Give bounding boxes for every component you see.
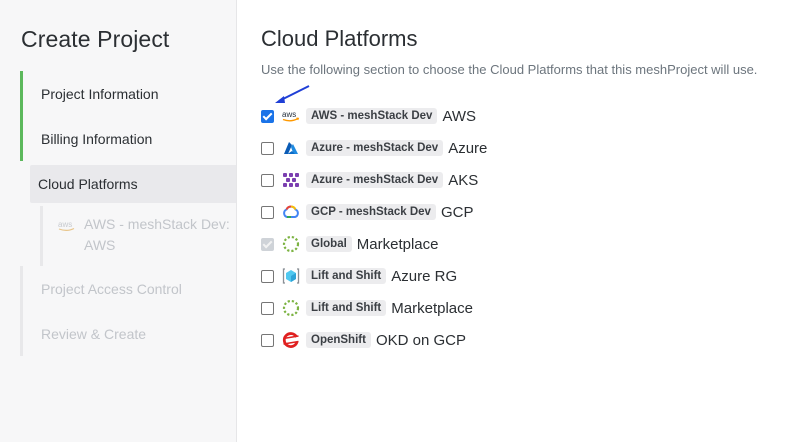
platform-name: Marketplace bbox=[391, 299, 473, 317]
platform-badge: Lift and Shift bbox=[306, 268, 387, 284]
platform-row: Azure - meshStack Dev AKS bbox=[261, 164, 781, 196]
step-billing-information[interactable]: Billing Information bbox=[20, 116, 237, 161]
page-description: Use the following section to choose the … bbox=[261, 62, 758, 77]
platform-list: aws AWS - meshStack Dev AWS Azure - mesh… bbox=[261, 100, 781, 356]
svg-text:aws: aws bbox=[282, 110, 296, 119]
platform-checkbox[interactable] bbox=[261, 269, 274, 283]
platform-name: AWS bbox=[442, 107, 477, 125]
platform-badge: Lift and Shift bbox=[306, 300, 387, 316]
platform-badge: GCP - meshStack Dev bbox=[306, 204, 436, 220]
platform-badge: Azure - meshStack Dev bbox=[306, 172, 444, 188]
platform-name: AKS bbox=[448, 171, 479, 189]
platform-row: GCP - meshStack Dev GCP bbox=[261, 196, 781, 228]
aks-icon bbox=[282, 171, 300, 189]
platform-row: Lift and Shift Azure RG bbox=[261, 260, 781, 292]
platform-name: GCP bbox=[440, 203, 474, 221]
platform-name: Azure RG bbox=[391, 267, 458, 285]
page-title: Cloud Platforms bbox=[261, 26, 418, 51]
step-label: Billing Information bbox=[41, 130, 153, 147]
platform-checkbox[interactable] bbox=[261, 301, 274, 315]
step-label: Review & Create bbox=[41, 325, 147, 342]
gcp-icon bbox=[282, 203, 300, 221]
platform-row: aws AWS - meshStack Dev AWS bbox=[261, 100, 781, 132]
sidebar-title: Create Project bbox=[21, 26, 170, 52]
step-project-information[interactable]: Project Information bbox=[20, 71, 237, 116]
substep-aws[interactable]: aws AWS - meshStack Dev: AWS bbox=[58, 214, 237, 256]
aws-icon: aws bbox=[58, 217, 76, 238]
platform-badge: Azure - meshStack Dev bbox=[306, 140, 444, 156]
platform-name: OKD on GCP bbox=[375, 331, 466, 349]
platform-row: Global Marketplace bbox=[261, 228, 781, 260]
platform-row: Azure - meshStack Dev Azure bbox=[261, 132, 781, 164]
platform-checkbox[interactable] bbox=[261, 333, 274, 347]
openshift-icon bbox=[282, 331, 300, 349]
platform-badge: AWS - meshStack Dev bbox=[306, 108, 438, 124]
sidebar: Create Project Project Information Billi… bbox=[0, 0, 237, 442]
platform-checkbox[interactable] bbox=[261, 109, 274, 123]
platform-checkbox bbox=[261, 237, 274, 251]
step-cloud-platforms[interactable]: Cloud Platforms bbox=[30, 165, 236, 203]
wizard-steps: Project Information Billing Information … bbox=[20, 71, 237, 356]
step-label: Project Access Control bbox=[41, 280, 182, 297]
step-review-create[interactable]: Review & Create bbox=[20, 311, 237, 356]
platform-name: Azure bbox=[448, 139, 488, 157]
azure-rg-icon bbox=[282, 267, 300, 285]
platform-row: OpenShift OKD on GCP bbox=[261, 324, 781, 356]
platform-badge: OpenShift bbox=[306, 332, 371, 348]
platform-checkbox[interactable] bbox=[261, 173, 274, 187]
platform-row: Lift and Shift Marketplace bbox=[261, 292, 781, 324]
platform-badge: Global bbox=[306, 236, 352, 252]
substep-list: aws AWS - meshStack Dev: AWS bbox=[40, 206, 237, 266]
annotation-arrow-icon bbox=[275, 85, 310, 103]
platform-checkbox[interactable] bbox=[261, 205, 274, 219]
marketplace-icon bbox=[282, 235, 300, 253]
aws-icon: aws bbox=[282, 107, 300, 125]
marketplace-icon bbox=[282, 299, 300, 317]
step-label: Cloud Platforms bbox=[38, 176, 138, 192]
platform-name: Marketplace bbox=[356, 235, 439, 253]
azure-icon bbox=[282, 139, 300, 157]
svg-text:aws: aws bbox=[58, 220, 72, 229]
substep-label: AWS - meshStack Dev: AWS bbox=[84, 216, 230, 253]
step-project-access-control[interactable]: Project Access Control bbox=[20, 266, 237, 311]
step-label: Project Information bbox=[41, 85, 159, 102]
platform-checkbox[interactable] bbox=[261, 141, 274, 155]
